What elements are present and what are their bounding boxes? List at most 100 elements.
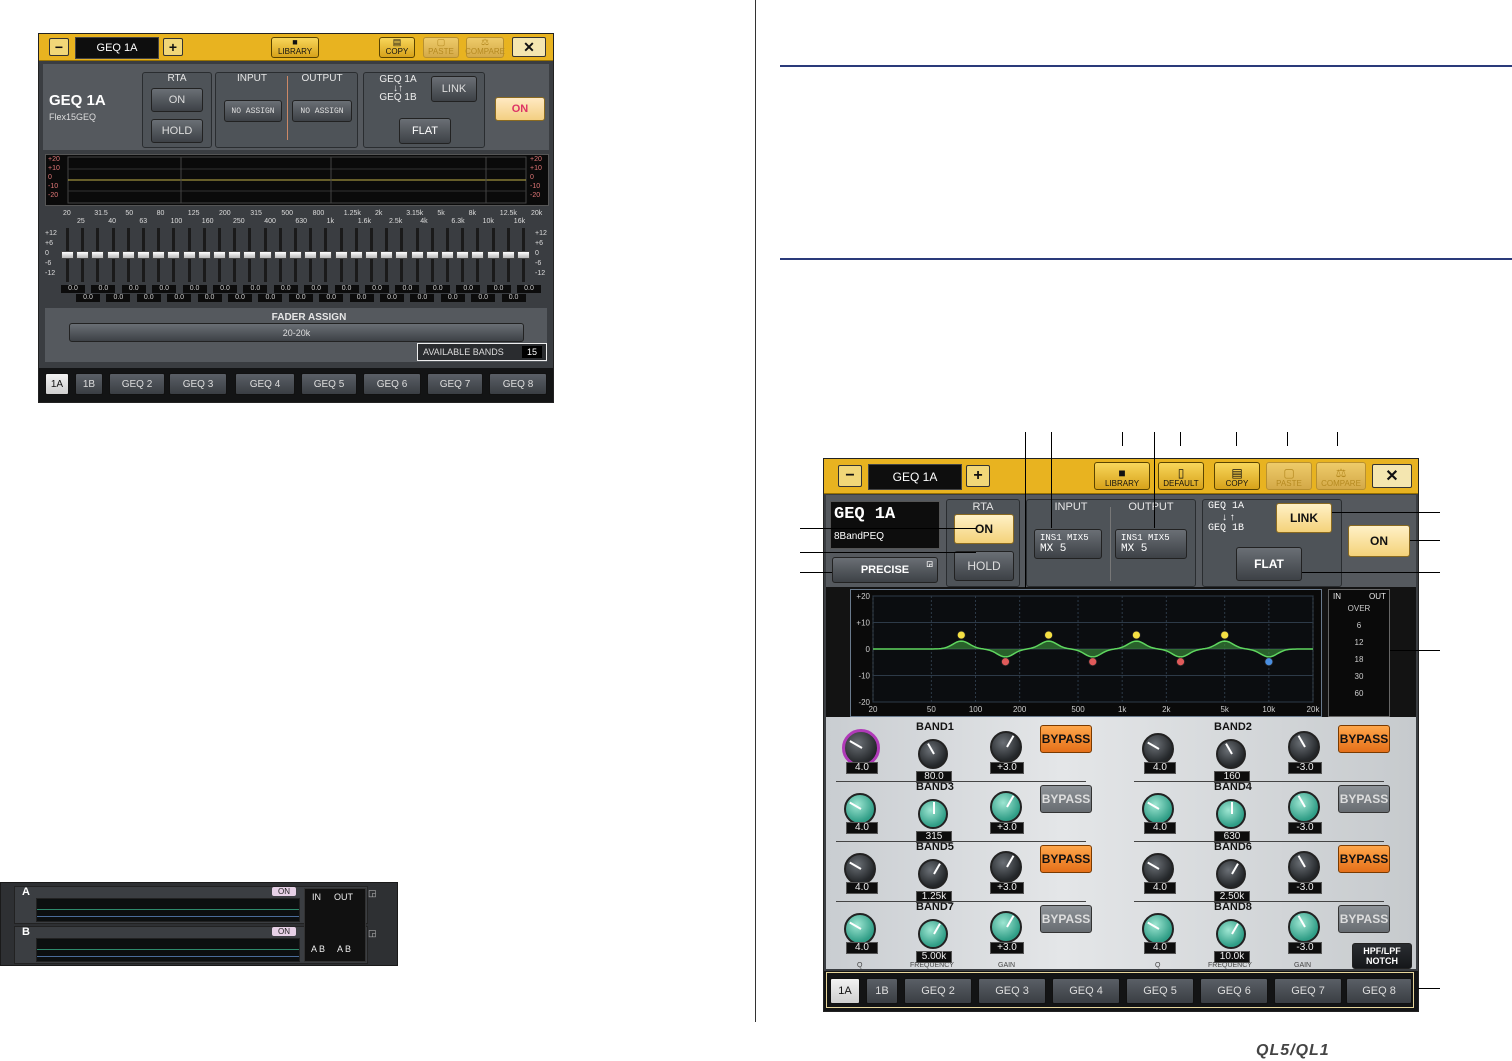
fader-knob[interactable] — [319, 251, 333, 259]
link-button[interactable]: LINK — [431, 76, 477, 102]
fader-knob[interactable] — [243, 251, 257, 259]
tab-geq8[interactable]: GEQ 8 — [1346, 978, 1412, 1004]
peq-default-button[interactable]: ▯ DEFAULT — [1158, 462, 1204, 490]
q-knob[interactable] — [844, 793, 876, 825]
band-7-bypass-button[interactable]: BYPASS — [1040, 905, 1092, 933]
close-button[interactable]: ✕ — [512, 37, 546, 57]
gain-knob[interactable] — [1288, 791, 1320, 823]
geq-on-button[interactable]: ON — [495, 97, 545, 121]
frequency-knob[interactable] — [1216, 799, 1246, 829]
fader-knob[interactable] — [395, 251, 409, 259]
frequency-knob[interactable] — [1216, 859, 1246, 889]
tab-1a[interactable]: 1A — [45, 373, 69, 395]
fader-knob[interactable] — [76, 251, 90, 259]
tab-geq7[interactable]: GEQ 7 — [427, 373, 483, 395]
rack-unit-a-edit-icon[interactable]: ◲ — [368, 888, 377, 899]
fader-knob[interactable] — [258, 251, 272, 259]
fader-knob[interactable] — [365, 251, 378, 259]
prev-button[interactable]: − — [49, 38, 69, 56]
hpf-lpf-notch-button[interactable]: HPF/LPF NOTCH — [1352, 943, 1412, 969]
library-button[interactable]: ■ LIBRARY — [271, 37, 319, 58]
peq-close-button[interactable]: ✕ — [1372, 464, 1412, 488]
peq-library-button[interactable]: ■ LIBRARY — [1094, 462, 1150, 490]
band-6-bypass-button[interactable]: BYPASS — [1338, 845, 1390, 873]
flat-button[interactable]: FLAT — [399, 118, 451, 144]
fader-knob[interactable] — [425, 251, 439, 259]
rta-hold-button[interactable]: HOLD — [151, 119, 203, 143]
fader-knob[interactable] — [289, 251, 302, 259]
tab-geq8[interactable]: GEQ 8 — [489, 373, 547, 395]
rack-unit-a-on[interactable]: ON — [272, 887, 296, 896]
tab-geq2[interactable]: GEQ 2 — [904, 978, 972, 1004]
tab-geq4[interactable]: GEQ 4 — [1052, 978, 1120, 1004]
peq-rta-on-button[interactable]: ON — [954, 514, 1014, 544]
peq-flat-button[interactable]: FLAT — [1236, 547, 1302, 581]
fader-knob[interactable] — [410, 251, 424, 259]
next-button[interactable]: + — [163, 38, 183, 56]
frequency-knob[interactable] — [918, 859, 948, 889]
fader-knob[interactable] — [152, 251, 166, 259]
peq-paste-button[interactable]: ▢ PASTE — [1266, 462, 1312, 490]
output-select[interactable]: NO ASSIGN — [292, 100, 352, 122]
gain-knob[interactable] — [990, 731, 1022, 763]
fader-knob[interactable] — [228, 251, 242, 259]
tab-geq6[interactable]: GEQ 6 — [1200, 978, 1268, 1004]
tab-geq3[interactable]: GEQ 3 — [169, 373, 227, 395]
fader-knob[interactable] — [197, 251, 211, 259]
band-8-bypass-button[interactable]: BYPASS — [1338, 905, 1390, 933]
copy-button[interactable]: ▤ COPY — [379, 37, 415, 58]
compare-button[interactable]: ⚖ COMPARE — [465, 37, 505, 58]
fader-knob[interactable] — [137, 251, 150, 259]
rack-unit-b-on[interactable]: ON — [272, 927, 296, 936]
tab-geq2[interactable]: GEQ 2 — [109, 373, 165, 395]
fader-knob[interactable] — [349, 251, 363, 259]
frequency-knob[interactable] — [1216, 919, 1246, 949]
tab-1b[interactable]: 1B — [75, 373, 103, 395]
fader-knob[interactable] — [501, 251, 515, 259]
band-5-bypass-button[interactable]: BYPASS — [1040, 845, 1092, 873]
q-knob[interactable] — [1142, 733, 1174, 765]
peq-prev-button[interactable]: − — [838, 465, 862, 487]
paste-button[interactable]: ▢ PASTE — [423, 37, 459, 58]
gain-knob[interactable] — [990, 791, 1022, 823]
band-2-bypass-button[interactable]: BYPASS — [1338, 725, 1390, 753]
fader-assign-select[interactable]: 20-20k — [69, 323, 524, 342]
tab-1b[interactable]: 1B — [866, 978, 898, 1004]
gain-knob[interactable] — [990, 851, 1022, 883]
peq-copy-button[interactable]: ▤ COPY — [1214, 462, 1260, 490]
fader-knob[interactable] — [441, 251, 454, 259]
gain-knob[interactable] — [1288, 911, 1320, 943]
fader-knob[interactable] — [486, 251, 500, 259]
fader-knob[interactable] — [304, 251, 318, 259]
rta-on-button[interactable]: ON — [151, 88, 203, 112]
peq-next-button[interactable]: + — [966, 465, 990, 487]
tab-geq7[interactable]: GEQ 7 — [1274, 978, 1342, 1004]
fader-knob[interactable] — [121, 251, 135, 259]
gain-knob[interactable] — [1288, 851, 1320, 883]
rack-unit-b-edit-icon[interactable]: ◲ — [368, 928, 377, 939]
fader-knob[interactable] — [456, 251, 470, 259]
frequency-knob[interactable] — [918, 799, 948, 829]
fader-knob[interactable] — [213, 251, 226, 259]
fader-knob[interactable] — [471, 251, 485, 259]
peq-link-button[interactable]: LINK — [1276, 503, 1332, 533]
fader-knob[interactable] — [334, 251, 348, 259]
frequency-knob[interactable] — [918, 739, 948, 769]
tab-geq5[interactable]: GEQ 5 — [301, 373, 357, 395]
gain-knob[interactable] — [990, 911, 1022, 943]
fader-knob[interactable] — [167, 251, 181, 259]
fader-knob[interactable] — [273, 251, 287, 259]
fader-knob[interactable] — [61, 251, 74, 259]
frequency-knob[interactable] — [1216, 739, 1246, 769]
peq-output-select[interactable]: INS1 MIX5 MX 5 — [1115, 529, 1187, 559]
q-knob[interactable] — [844, 853, 876, 885]
tab-geq4[interactable]: GEQ 4 — [235, 373, 295, 395]
peq-compare-button[interactable]: ⚖ COMPARE — [1316, 462, 1366, 490]
q-knob[interactable] — [1142, 793, 1174, 825]
band-3-bypass-button[interactable]: BYPASS — [1040, 785, 1092, 813]
tab-geq5[interactable]: GEQ 5 — [1126, 978, 1194, 1004]
input-select[interactable]: NO ASSIGN — [224, 100, 282, 122]
gain-knob[interactable] — [1288, 731, 1320, 763]
band-4-bypass-button[interactable]: BYPASS — [1338, 785, 1390, 813]
fader-knob[interactable] — [380, 251, 394, 259]
